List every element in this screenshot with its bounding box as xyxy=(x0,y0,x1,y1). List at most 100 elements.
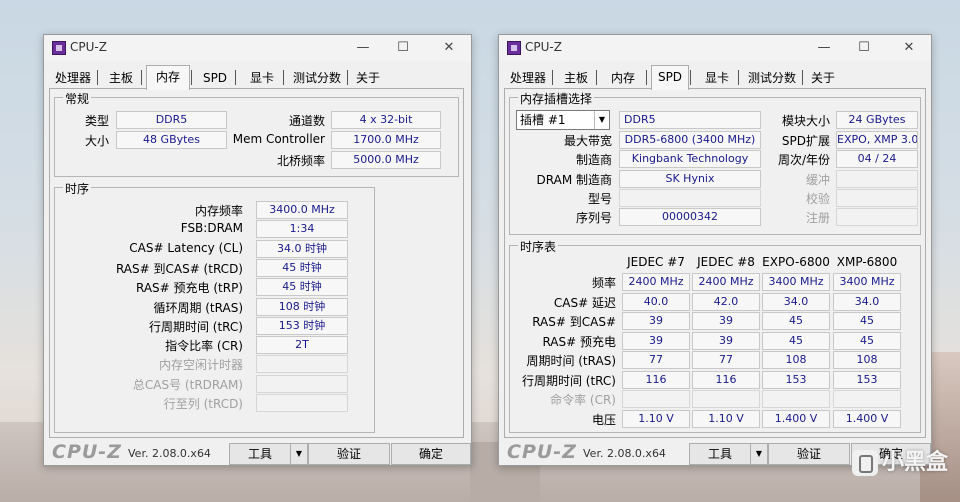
timing-label: FSB:DRAM xyxy=(180,221,243,236)
tools-button-label: 工具 xyxy=(707,447,732,461)
timing-cell: 45 xyxy=(833,331,901,350)
maximize-button[interactable]: ☐ xyxy=(844,37,884,59)
validate-button[interactable]: 验证 xyxy=(768,443,850,465)
tab-1[interactable]: 主板 xyxy=(102,68,140,90)
title-bar[interactable]: CPU-Z — ☐ ✕ xyxy=(44,35,471,61)
timing-cell: 3400 MHz xyxy=(833,273,901,291)
tab-3[interactable]: SPD xyxy=(651,65,689,90)
northbridge-label: 北桥频率 xyxy=(276,154,325,168)
timing-cell: 153 xyxy=(833,370,901,389)
max-bandwidth-label: 最大带宽 xyxy=(563,134,612,148)
timing-value: 2T xyxy=(256,336,348,355)
timing-cell: 1.400 V xyxy=(833,409,901,428)
tab-5[interactable]: 测试分数 xyxy=(288,68,346,90)
timing-cell: 45 xyxy=(762,331,830,350)
timing-cell: 39 xyxy=(692,331,760,350)
tab-separator xyxy=(596,70,597,85)
tab-separator xyxy=(141,70,142,85)
watermark: 小黑盒 xyxy=(851,444,948,476)
tools-button[interactable]: 工具 ▼ xyxy=(689,443,768,465)
minimize-button[interactable]: — xyxy=(343,37,383,59)
tab-2[interactable]: 内存 xyxy=(601,68,645,90)
timing-value: 45 时钟 xyxy=(256,258,348,277)
general-group-title: 常规 xyxy=(63,90,92,107)
timing-row-label: 周期时间 (tRAS) xyxy=(526,354,616,368)
watermark-text: 小黑盒 xyxy=(881,450,948,475)
tab-5[interactable]: 测试分数 xyxy=(743,68,801,90)
tab-separator xyxy=(738,70,739,85)
timing-label: 行周期时间 (tRC) xyxy=(148,319,243,334)
tab-2[interactable]: 内存 xyxy=(146,65,190,90)
tab-0[interactable]: 处理器 xyxy=(50,68,96,90)
timing-row-label: 电压 xyxy=(591,412,616,427)
timing-cell xyxy=(692,390,760,408)
size-value: 48 GBytes xyxy=(116,131,227,149)
timing-column-header: JEDEC #8 xyxy=(697,255,755,269)
spd-tab-content: 内存插槽选择 插槽 #1 ▼ DDR5 最大带宽 DDR5-6800 (3400… xyxy=(504,88,926,438)
timing-label: CAS# Latency (CL) xyxy=(129,240,243,255)
timing-column-header: XMP-6800 xyxy=(836,255,898,269)
registered-label: 注册 xyxy=(805,211,830,225)
timing-label: RAS# 预充电 (tRP) xyxy=(135,281,243,296)
buffered-value xyxy=(836,170,918,188)
timing-value: 153 时钟 xyxy=(256,316,348,335)
timing-row-label: RAS# 到CAS# xyxy=(532,315,616,329)
close-button[interactable]: ✕ xyxy=(429,37,469,59)
cpuz-spd-window: CPU-Z — ☐ ✕ 处理器 主板 内存 SPD 显卡 测试分数 关于 内存插槽选择 插槽… xyxy=(498,34,932,466)
timing-value xyxy=(256,394,348,412)
tab-3[interactable]: SPD xyxy=(196,68,234,90)
tab-1[interactable]: 主板 xyxy=(557,68,595,90)
type-value: DDR5 xyxy=(116,111,227,129)
timing-cell xyxy=(762,390,830,408)
timing-label: 总CAS号 (tRDRAM) xyxy=(132,377,243,392)
part-number-value xyxy=(619,189,761,207)
timing-cell: 45 xyxy=(833,312,901,330)
tab-0[interactable]: 处理器 xyxy=(505,68,551,90)
timing-value: 34.0 时钟 xyxy=(256,239,348,258)
type-label: 类型 xyxy=(84,114,109,128)
slot-select[interactable]: 插槽 #1 ▼ xyxy=(516,110,610,130)
cpuz-app-icon xyxy=(507,41,521,55)
maximize-button[interactable]: ☐ xyxy=(383,37,423,59)
window-title: CPU-Z xyxy=(70,40,107,54)
timing-cell: 39 xyxy=(692,312,760,330)
slot-group-title: 内存插槽选择 xyxy=(518,90,595,107)
tab-separator xyxy=(552,70,553,85)
timing-value: 3400.0 MHz xyxy=(256,201,348,219)
timing-table-title: 时序表 xyxy=(518,238,559,255)
timing-row-label: CAS# 延迟 xyxy=(553,295,616,310)
timing-label: 指令比率 (CR) xyxy=(165,339,243,354)
northbridge-value: 5000.0 MHz xyxy=(331,151,441,169)
minimize-button[interactable]: — xyxy=(804,37,844,59)
title-bar[interactable]: CPU-Z — ☐ ✕ xyxy=(499,35,931,61)
cpuz-logo: CPU-Z xyxy=(52,441,122,463)
close-button[interactable]: ✕ xyxy=(889,37,929,59)
slot-group: 内存插槽选择 插槽 #1 ▼ DDR5 最大带宽 DDR5-6800 (3400… xyxy=(509,90,921,235)
tab-4[interactable]: 显卡 xyxy=(697,68,737,90)
timing-row-label: RAS# 预充电 xyxy=(542,334,616,349)
chevron-down-icon[interactable]: ▼ xyxy=(750,444,767,464)
timings-group: 时序 内存频率 3400.0 MHz FSB:DRAM 1:34 CAS# Latenc… xyxy=(54,180,375,433)
spd-ext-label: SPD扩展 xyxy=(781,134,830,148)
timing-label: 行至列 (tRCD) xyxy=(163,397,243,411)
timing-cell: 1.10 V xyxy=(692,409,760,428)
heybox-logo-icon xyxy=(851,450,878,476)
timing-value: 45 时钟 xyxy=(256,278,348,297)
tab-4[interactable]: 显卡 xyxy=(242,68,282,90)
tab-6[interactable]: 关于 xyxy=(348,68,388,90)
ok-button[interactable]: 确定 xyxy=(391,443,471,465)
max-bandwidth-value: DDR5-6800 (3400 MHz) xyxy=(619,131,761,149)
serial-number-label: 序列号 xyxy=(575,211,612,225)
dram-manufacturer-label: DRAM 制造商 xyxy=(536,173,612,187)
chevron-down-icon[interactable]: ▼ xyxy=(290,444,307,464)
timing-value: 108 时钟 xyxy=(256,297,348,316)
validate-button[interactable]: 验证 xyxy=(308,443,390,465)
timing-cell: 1.10 V xyxy=(622,409,690,428)
week-year-label: 周次/年份 xyxy=(777,153,830,167)
chevron-down-icon[interactable]: ▼ xyxy=(594,111,609,129)
tools-button[interactable]: 工具 ▼ xyxy=(229,443,308,465)
timing-value: 1:34 xyxy=(256,220,348,239)
tab-6[interactable]: 关于 xyxy=(803,68,843,90)
memory-tab-content: 常规 类型 DDR5 大小 48 GBytes 通道数 4 x 32-bit M… xyxy=(49,88,464,438)
timing-cell: 34.0 xyxy=(762,292,830,311)
